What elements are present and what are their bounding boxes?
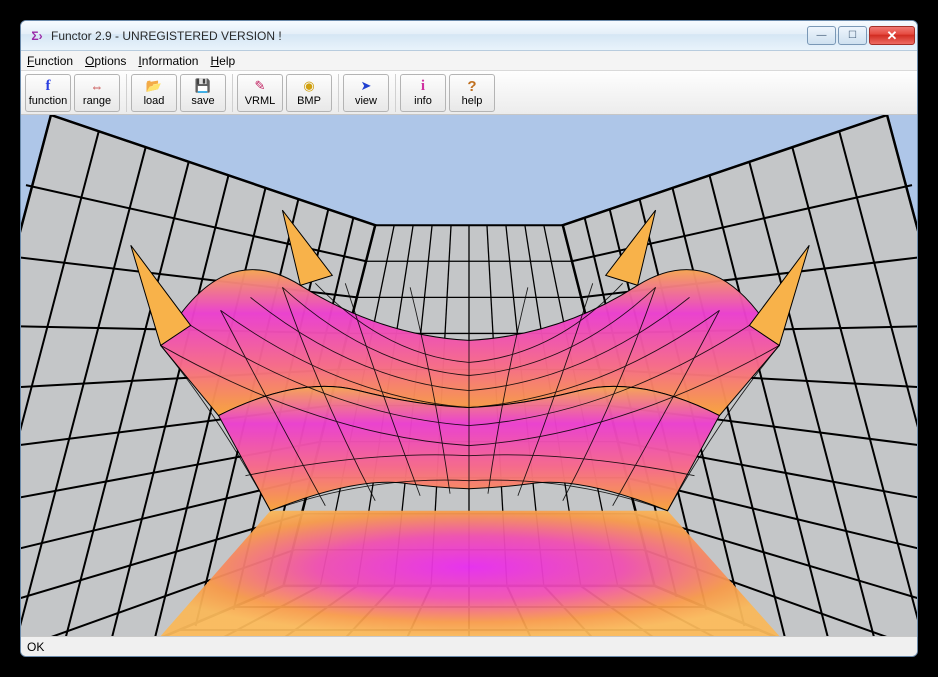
toolbar-bmp-button[interactable]: ◉ BMP (286, 74, 332, 112)
plot-viewport[interactable] (21, 115, 917, 636)
view-icon: ➤ (358, 78, 374, 94)
toolbar-vrml-button[interactable]: ✎ VRML (237, 74, 283, 112)
folder-open-icon: 📂 (146, 78, 162, 94)
toolbar-load-button[interactable]: 📂 load (131, 74, 177, 112)
toolbar-save-button[interactable]: 💾 save (180, 74, 226, 112)
toolbar: f function ⇔ range 📂 load 💾 save ✎ VRML (21, 71, 917, 115)
menu-information[interactable]: Information (138, 54, 198, 68)
toolbar-info-button[interactable]: i info (400, 74, 446, 112)
menu-options[interactable]: Options (85, 54, 126, 68)
status-text: OK (27, 640, 44, 654)
statusbar: OK (21, 636, 917, 656)
bmp-icon: ◉ (301, 78, 317, 94)
minimize-button[interactable]: — (807, 26, 836, 45)
function-icon: f (40, 78, 56, 94)
vrml-icon: ✎ (252, 78, 268, 94)
toolbar-help-button[interactable]: ? help (449, 74, 495, 112)
menu-help[interactable]: Help (210, 54, 235, 68)
app-window: Σ› Functor 2.9 - UNREGISTERED VERSION ! … (20, 20, 918, 657)
close-button[interactable]: ✕ (869, 26, 915, 45)
menu-function[interactable]: Function (27, 54, 73, 68)
info-icon: i (415, 78, 431, 94)
toolbar-view-button[interactable]: ➤ view (343, 74, 389, 112)
range-icon: ⇔ (89, 78, 105, 94)
toolbar-function-button[interactable]: f function (25, 74, 71, 112)
help-icon: ? (464, 78, 480, 94)
toolbar-range-button[interactable]: ⇔ range (74, 74, 120, 112)
window-title: Functor 2.9 - UNREGISTERED VERSION ! (51, 29, 805, 43)
titlebar[interactable]: Σ› Functor 2.9 - UNREGISTERED VERSION ! … (21, 21, 917, 51)
menubar: Function Options Information Help (21, 51, 917, 71)
floppy-icon: 💾 (195, 78, 211, 94)
maximize-button[interactable]: ☐ (838, 26, 867, 45)
surface-plot-3d (21, 115, 917, 636)
app-icon: Σ› (29, 28, 45, 44)
